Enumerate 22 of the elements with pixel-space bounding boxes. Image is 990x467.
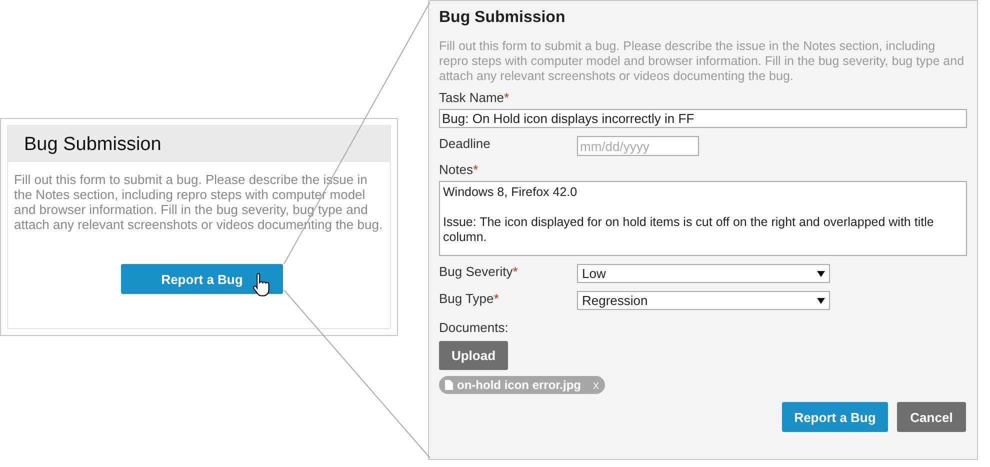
task-name-field[interactable]: Bug: On Hold icon displays incorrectly in FF: [439, 109, 967, 128]
report-bug-button[interactable]: Report a Bug: [782, 402, 888, 432]
file-icon: [445, 380, 453, 390]
field-label: Bug Severity*: [439, 264, 519, 279]
notes-field[interactable]: Windows 8, Firefox 42.0 Issue: The icon displayed for on hold items is cut off on the right and overlapped with title column.: [439, 181, 967, 256]
panel-description: Fill out this form to submit a bug. Please describe the issue in the Notes section, including repro steps with computer model and browser information. Fill in the bug severity, bug type and attach any relevant screenshots or videos documenting the bug.: [439, 39, 966, 84]
field-label: Deadline: [439, 136, 492, 151]
report-bug-button[interactable]: Report a Bug: [121, 264, 283, 294]
caret-icon: [817, 270, 825, 276]
cancel-button[interactable]: Cancel: [897, 402, 966, 432]
field-label: Task Name*: [439, 90, 510, 105]
dropdown[interactable]: Regression: [577, 291, 830, 310]
upload-button[interactable]: Upload: [439, 341, 508, 370]
card-title: Bug Submission: [8, 126, 390, 162]
date-field[interactable]: mm/dd/yyyy: [577, 136, 699, 156]
field-label: Bug Type*: [439, 291, 500, 306]
dropdown[interactable]: Low: [577, 264, 830, 283]
file-name: on-hold icon error.jpg: [457, 378, 581, 392]
documents-label: Documents:: [439, 320, 508, 335]
field-label: Notes*: [439, 162, 480, 177]
panel-title: Bug Submission: [439, 9, 566, 27]
caret-icon: [817, 298, 825, 304]
